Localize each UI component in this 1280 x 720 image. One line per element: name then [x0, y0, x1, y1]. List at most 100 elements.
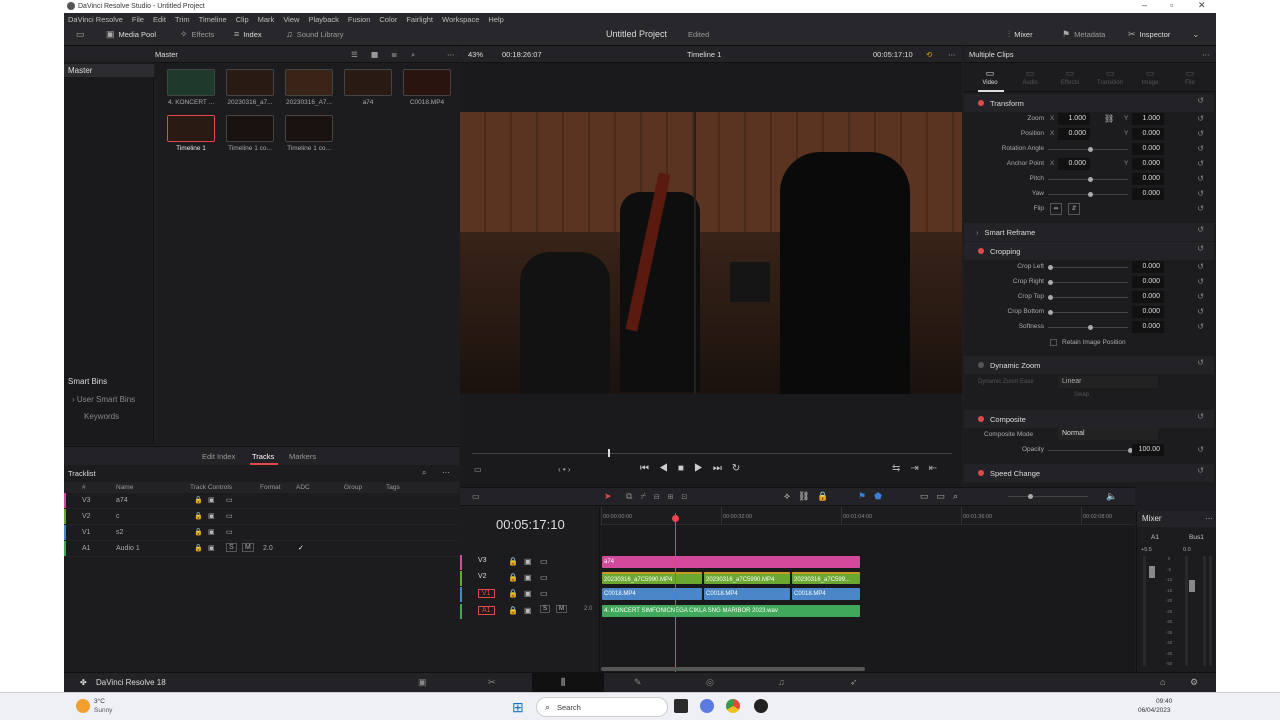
- timeline-clip-v1b[interactable]: C0018.MP4: [704, 588, 790, 600]
- enable-toggle-icon[interactable]: [978, 100, 984, 106]
- reset-icon[interactable]: ↺: [1197, 244, 1204, 253]
- zoom-custom-icon[interactable]: ⌕: [953, 491, 966, 501]
- track-enable-icon[interactable]: ▣: [208, 512, 215, 520]
- menu-item-10[interactable]: Color: [379, 15, 397, 24]
- flip-vertical-icon[interactable]: ⇵: [1068, 203, 1080, 215]
- chrome-icon[interactable]: [726, 699, 740, 713]
- zoom-level[interactable]: 43%: [468, 50, 483, 59]
- crop-top-row-value[interactable]: 0.000: [1132, 291, 1164, 303]
- inspector-tab-effects[interactable]: Effects: [1052, 80, 1088, 86]
- menu-item-4[interactable]: Timeline: [199, 15, 227, 24]
- playhead[interactable]: [675, 513, 676, 673]
- user-smart-bins[interactable]: › User Smart Bins: [72, 395, 135, 404]
- volume-icon[interactable]: 🔈: [1106, 491, 1117, 502]
- timeline-clip-v2c[interactable]: 20230316_a7C599...: [792, 572, 860, 584]
- resolve-taskbar-icon[interactable]: [754, 699, 768, 713]
- track-enable-icon[interactable]: ▣: [208, 528, 215, 536]
- menu-item-6[interactable]: Mark: [258, 15, 275, 24]
- track-lock-icon[interactable]: 🔒: [194, 496, 203, 504]
- tracklist-row[interactable]: V2 c 🔒 ▣ ▭: [64, 509, 458, 525]
- grid-view-icon[interactable]: ▦: [371, 50, 378, 59]
- reset-icon[interactable]: ↺: [1197, 322, 1204, 331]
- slider-knob[interactable]: [1088, 325, 1093, 330]
- a1-fader[interactable]: [1149, 566, 1155, 578]
- insert-icon[interactable]: ⊟: [654, 491, 668, 501]
- track-visibility-icon[interactable]: ▭: [226, 528, 233, 536]
- timeline-clip-v2a[interactable]: 20230316_a7C5990.MP4: [602, 572, 702, 584]
- blade-tool-icon[interactable]: ⌿: [640, 491, 653, 501]
- composite-section[interactable]: Composite ↺: [964, 410, 1214, 428]
- track-enable-icon[interactable]: ▣: [524, 557, 532, 566]
- anchor-row-y-value[interactable]: 0.000: [1132, 158, 1164, 170]
- bin-master[interactable]: Master: [64, 64, 154, 77]
- replace-icon[interactable]: ⊡: [681, 491, 695, 501]
- track-enable-icon[interactable]: ▣: [524, 573, 532, 582]
- track-label[interactable]: V2: [478, 573, 487, 580]
- inspector-tab-image[interactable]: Image: [1132, 80, 1168, 86]
- speed-change-section[interactable]: Speed Change ↺: [964, 464, 1214, 482]
- timeline-scrollbar[interactable]: [601, 667, 865, 671]
- reset-icon[interactable]: ↺: [1197, 144, 1204, 153]
- reset-icon[interactable]: ↺: [1197, 358, 1204, 367]
- crop-right-row-value[interactable]: 0.000: [1132, 276, 1164, 288]
- crop-top-row-slider[interactable]: [1048, 295, 1128, 300]
- softness-row-slider[interactable]: [1048, 325, 1128, 330]
- selection-tool-icon[interactable]: ➤: [604, 491, 612, 502]
- viewer-timeline-name[interactable]: Timeline 1: [687, 50, 721, 59]
- reset-icon[interactable]: ↺: [1197, 466, 1204, 475]
- timeline-clip-v1a[interactable]: C0018.MP4: [602, 588, 702, 600]
- cut-page-icon[interactable]: ✂: [488, 677, 496, 688]
- tracklist-column-header[interactable]: Tags: [386, 484, 400, 491]
- clip-thumbnail[interactable]: [403, 69, 451, 96]
- reset-icon[interactable]: ↺: [1197, 204, 1204, 213]
- track-visibility-icon[interactable]: ▭: [540, 589, 548, 598]
- inspector-tab-transition[interactable]: Transition: [1092, 80, 1128, 86]
- edit-page-icon[interactable]: ⫼: [561, 677, 565, 688]
- fairlight-page-icon[interactable]: ♫: [778, 677, 785, 687]
- slider-knob[interactable]: [1048, 310, 1053, 315]
- media-pool-button[interactable]: ▣ Media Pool: [106, 30, 156, 40]
- playhead-handle[interactable]: [672, 515, 679, 522]
- timeline-clip-v1c[interactable]: C0018.MP4: [792, 588, 860, 600]
- clip-thumbnail[interactable]: [226, 115, 274, 142]
- slider-knob[interactable]: [1088, 192, 1093, 197]
- timeline-view-icon[interactable]: ▭: [472, 492, 480, 501]
- track-visibility-icon[interactable]: ▭: [540, 557, 548, 566]
- windows-start-icon[interactable]: ⊞: [512, 699, 524, 716]
- reset-icon[interactable]: ↺: [1197, 114, 1204, 123]
- track-lock-icon[interactable]: 🔒: [508, 606, 518, 615]
- go-to-end-icon[interactable]: ⏭: [713, 463, 732, 474]
- track-lock-icon[interactable]: 🔒: [508, 557, 518, 566]
- smart-reframe-section[interactable]: › Smart Reframe ↺: [964, 223, 1214, 241]
- overwrite-icon[interactable]: ⊞: [668, 491, 682, 501]
- crop-bottom-row-slider[interactable]: [1048, 310, 1128, 315]
- track-lock-icon[interactable]: 🔒: [194, 528, 203, 536]
- collapse-icon[interactable]: ⌄: [1192, 30, 1200, 39]
- reset-icon[interactable]: ↺: [1197, 292, 1204, 301]
- slider-knob[interactable]: [1088, 147, 1093, 152]
- timeline-zoom-slider[interactable]: [1008, 494, 1088, 499]
- inspector-tab-audio[interactable]: Audio: [1012, 80, 1048, 86]
- track-lock-icon[interactable]: 🔒: [194, 512, 203, 520]
- track-enable-icon[interactable]: ▣: [524, 589, 532, 598]
- taskbar-search[interactable]: ⌕ Search: [536, 697, 668, 717]
- link-zoom-icon[interactable]: ⛓: [1104, 114, 1114, 123]
- mixer-button[interactable]: ⫶ Mixer: [1008, 30, 1033, 40]
- inspector-button[interactable]: ✂ Inspector: [1128, 30, 1170, 40]
- tracklist-column-header[interactable]: Track Controls: [190, 484, 232, 491]
- mark-in-icon[interactable]: ⇥: [910, 463, 928, 474]
- dynamic-zoom-section[interactable]: Dynamic Zoom ↺: [964, 356, 1214, 374]
- cropping-section[interactable]: Cropping ↺: [964, 242, 1214, 260]
- dynamic-zoom-ease-select[interactable]: Linear: [1058, 376, 1158, 388]
- timeline-canvas[interactable]: 00:00:00:00 00:00:32:00 00:01:04:00 00:01:3…: [601, 507, 1135, 673]
- inspector-options-icon[interactable]: ⋯: [1202, 50, 1210, 59]
- link-icon[interactable]: ⛓: [798, 491, 817, 501]
- metadata-button[interactable]: ⚑ Metadata: [1062, 30, 1105, 40]
- tracklist-row[interactable]: V1 s2 🔒 ▣ ▭: [64, 525, 458, 541]
- clip-thumbnail[interactable]: [167, 69, 215, 96]
- reset-icon[interactable]: ↺: [1197, 225, 1204, 234]
- track-lock-icon[interactable]: 🔒: [508, 573, 518, 582]
- clip-thumbnail[interactable]: [285, 115, 333, 142]
- tracklist-column-header[interactable]: Group: [344, 484, 362, 491]
- menu-item-5[interactable]: Clip: [236, 15, 249, 24]
